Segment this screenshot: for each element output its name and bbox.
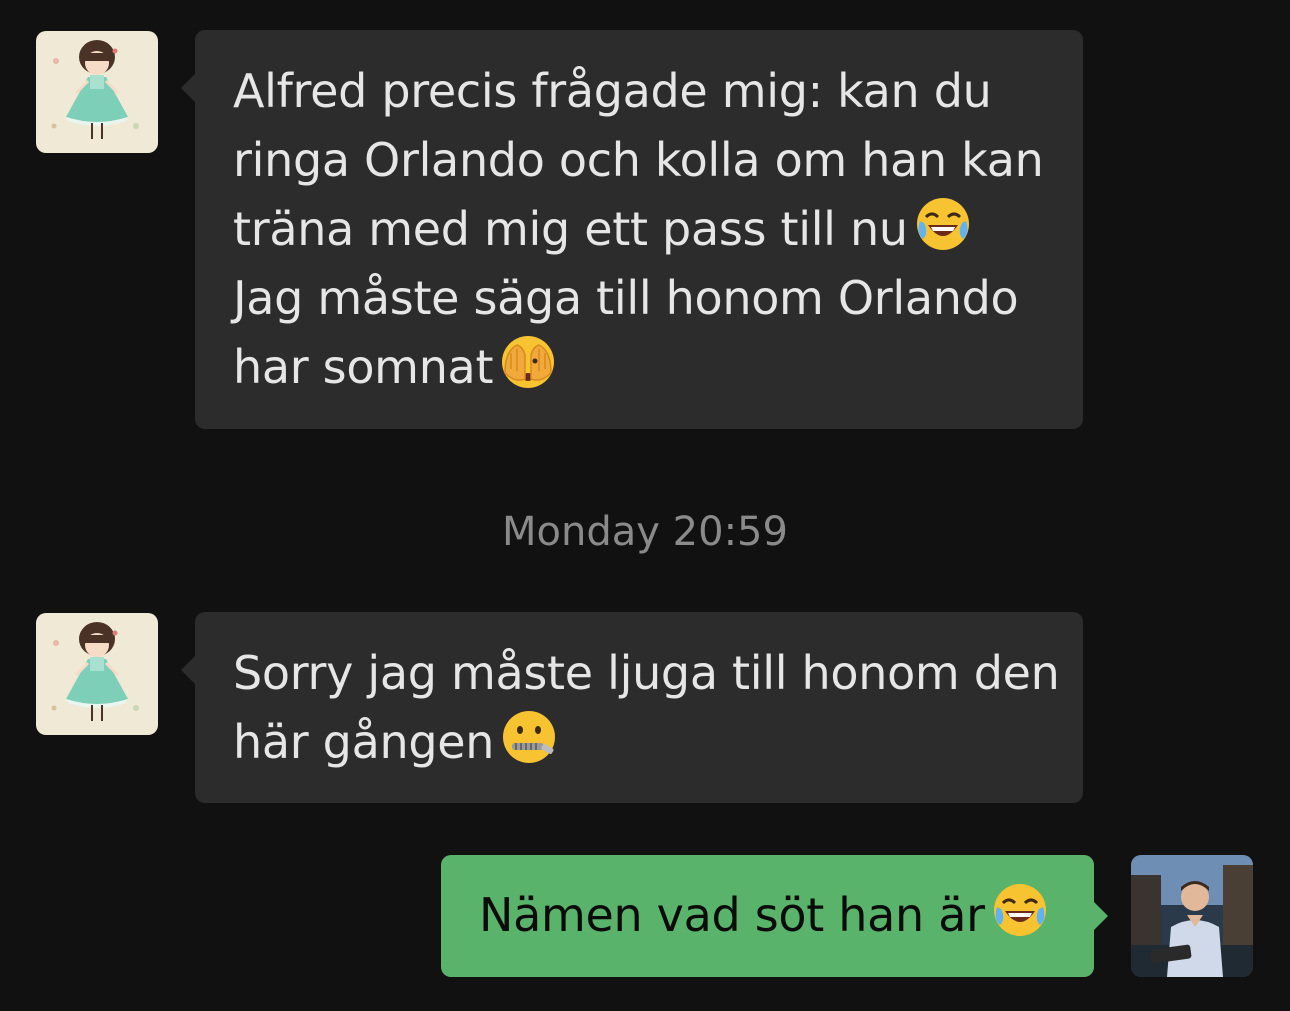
girl-in-green-dress-avatar-icon: [36, 31, 158, 153]
bubble-tail: [1094, 902, 1108, 930]
message-line: träna med mig ett pass till nu: [233, 202, 908, 256]
bubble-tail: [181, 656, 195, 684]
contact-avatar[interactable]: [36, 613, 158, 735]
message-line: Sorry jag måste ljuga till honom den: [233, 646, 1060, 700]
bubble-tail: [181, 74, 195, 102]
message-line: har somnat: [233, 340, 494, 394]
face-with-tears-of-joy-icon: [914, 195, 972, 253]
message-line: här gången: [233, 715, 495, 769]
message-bubble[interactable]: Sorry jag måste ljuga till honom den här…: [181, 612, 1083, 803]
message-bubble[interactable]: Nämen vad söt han är: [441, 855, 1108, 977]
contact-avatar[interactable]: [36, 31, 158, 153]
girl-in-green-dress-avatar-icon: [36, 613, 158, 735]
message-bubble[interactable]: Alfred precis frågade mig: kan du ringa …: [181, 30, 1083, 429]
message-line: Nämen vad söt han är: [479, 888, 985, 942]
face-with-tears-of-joy-icon: [991, 881, 1049, 939]
chat-view: Alfred precis frågade mig: kan du ringa …: [0, 0, 1290, 1011]
face-with-hands-over-eyes-icon: [499, 333, 557, 391]
message-line: Alfred precis frågade mig: kan du: [233, 64, 992, 118]
message-line: Jag måste säga till honom Orlando: [233, 271, 1019, 325]
message-line: ringa Orlando och kolla om han kan: [233, 133, 1044, 187]
user-avatar[interactable]: [1131, 855, 1253, 977]
message-timestamp: Monday 20:59: [502, 509, 788, 555]
zipper-mouth-face-icon: [500, 708, 558, 766]
user-photo-avatar-icon: [1131, 855, 1253, 977]
